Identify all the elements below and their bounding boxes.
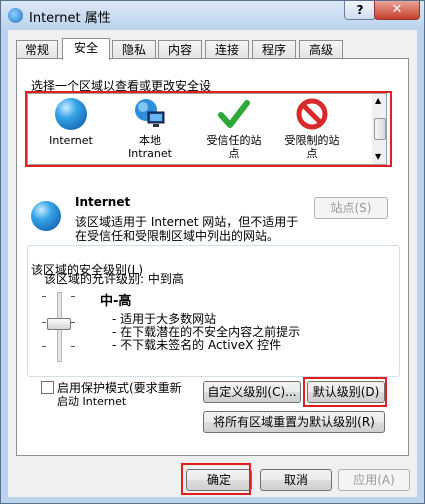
sites-button[interactable]: 站点(S)	[314, 197, 388, 219]
zone-list-highlight	[25, 91, 392, 167]
apply-button[interactable]: 应用(A)	[338, 469, 410, 491]
close-button[interactable]: ✕	[374, 1, 420, 20]
internet-globe-icon	[8, 8, 23, 23]
security-level-group: 该区域的允许级别: 中到高 中-高 - 适用于大多数网站 - 在下载潜在的不安全…	[27, 245, 400, 377]
slider-tick	[42, 346, 46, 347]
default-level-highlight	[303, 377, 387, 407]
security-tab-panel: 选择一个区域以查看或更改安全设 Internet 本地 Intranet 受信任…	[16, 58, 409, 456]
slider-tick	[42, 296, 46, 297]
slider-tick	[42, 322, 46, 323]
internet-properties-window: Internet 属性 ? ✕ 常规 安全 隐私 内容 连接 程序 高级 选择一…	[0, 0, 425, 504]
level-name: 中-高	[100, 294, 132, 309]
slider-tick	[71, 296, 75, 297]
dialog-client-area: 常规 安全 隐私 内容 连接 程序 高级 选择一个区域以查看或更改安全设 Int…	[8, 30, 417, 497]
tab-programs[interactable]: 程序	[252, 40, 296, 59]
level-bullet: - 不下载未签名的 ActiveX 控件	[112, 338, 282, 352]
tab-connections[interactable]: 连接	[205, 40, 249, 59]
slider-tick	[71, 322, 75, 323]
allowed-levels-text: 该区域的允许级别: 中到高	[44, 272, 184, 286]
cancel-button[interactable]: 取消	[260, 469, 332, 491]
help-button[interactable]: ?	[344, 1, 376, 20]
slider-tick	[71, 346, 75, 347]
custom-level-button[interactable]: 自定义级别(C)...	[203, 381, 301, 403]
tab-security[interactable]: 安全	[62, 38, 110, 60]
ok-button-highlight	[181, 463, 251, 495]
protected-mode-label-line2: 启动 Internet	[57, 395, 127, 408]
zone-description-line2: 在受信任和受限制区域中列出的网站。	[75, 229, 280, 243]
security-slider-thumb[interactable]	[47, 318, 71, 330]
tab-advanced[interactable]: 高级	[299, 40, 343, 59]
window-title: Internet 属性	[29, 11, 111, 26]
tab-privacy[interactable]: 隐私	[112, 40, 156, 59]
tab-content[interactable]: 内容	[158, 40, 202, 59]
tab-general[interactable]: 常规	[16, 40, 58, 59]
title-bar[interactable]: Internet 属性 ? ✕	[1, 1, 424, 29]
reset-all-zones-button[interactable]: 将所有区域重置为默认级别(R)	[203, 411, 385, 433]
protected-mode-checkbox[interactable]	[41, 381, 54, 394]
selected-zone-title: Internet	[75, 195, 131, 209]
selected-zone-globe-icon	[31, 201, 61, 231]
